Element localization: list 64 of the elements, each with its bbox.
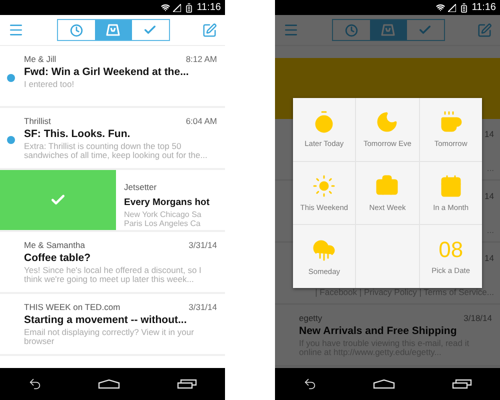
email-preview: ... xyxy=(486,163,494,173)
email-subject: Starting a movement -- without... xyxy=(24,314,188,326)
view-tab[interactable] xyxy=(94,20,132,40)
email-time: 3/18/14 xyxy=(464,313,492,323)
status-time: 11:16 xyxy=(472,2,496,13)
status-time: 11:16 xyxy=(196,2,221,13)
email-row[interactable]: THIS WEEK on TED.com 3/31/14 Starting a movement -- without... Email not displaying correctly? View it in your browser xyxy=(0,294,225,356)
sun-icon xyxy=(312,174,336,198)
check-icon xyxy=(418,23,432,37)
email-row[interactable]: Jetsetter Every Morgans hot New York Chicago Sa Paris Los Angeles Ca xyxy=(0,170,225,232)
tray-icon xyxy=(106,24,120,36)
battery-icon xyxy=(184,2,194,12)
view-tab[interactable] xyxy=(370,20,406,40)
email-sender: egetty xyxy=(299,313,322,323)
signal-icon xyxy=(448,4,456,12)
email-preview: Email not displaying correctly? View it in your browser xyxy=(24,328,195,347)
calendar-icon xyxy=(438,174,463,198)
email-subject: Every Morgans hot xyxy=(124,197,211,208)
cup-icon xyxy=(438,110,463,134)
email-time: 3/31/14 xyxy=(188,302,217,312)
home-icon[interactable] xyxy=(98,379,120,389)
email-time: 14 xyxy=(484,191,494,201)
back-icon[interactable] xyxy=(303,377,318,391)
tray-icon xyxy=(381,24,395,36)
email-preview: New York Chicago Sa Paris Los Angeles Ca xyxy=(124,210,202,228)
email-subject: Coffee table? xyxy=(24,252,92,264)
email-sender: Me & Samantha xyxy=(24,240,85,250)
moon-icon xyxy=(375,110,400,134)
email-row[interactable]: Me & Jill 8:12 AM Fwd: Win a Girl Weekend at the... I entered too! xyxy=(0,46,225,108)
signal-icon xyxy=(172,4,181,12)
email-subject: Fwd: Win a Girl Weekend at the... xyxy=(24,66,190,78)
email-preview: Yes! Since he's local he offered a discount, so I think we're going to meet up later this week... xyxy=(24,266,202,285)
rain-cloud-icon xyxy=(312,238,336,262)
home-icon[interactable] xyxy=(373,379,396,389)
email-time: 6:04 AM xyxy=(186,116,217,126)
menu-button[interactable] xyxy=(283,22,299,38)
email-time: 14 xyxy=(484,253,494,263)
email-sender: Jetsetter xyxy=(124,182,157,192)
email-preview: Extra: Thrillist is counting down the top 50 sandwiches of all time, keep looking out for the... xyxy=(24,142,208,161)
blank-grid-cell xyxy=(356,225,419,288)
clock-icon xyxy=(70,24,82,36)
email-preview: I entered too! xyxy=(24,80,76,90)
email-sender: Me & Jill xyxy=(24,54,56,64)
email-preview: ... xyxy=(486,225,494,235)
briefcase-icon xyxy=(375,174,400,198)
wifi-icon xyxy=(160,3,170,12)
wifi-icon xyxy=(436,3,445,12)
compose-button[interactable] xyxy=(202,22,217,38)
compose-button[interactable] xyxy=(477,22,492,38)
email-sender: Thrillist xyxy=(24,116,51,126)
back-icon[interactable] xyxy=(28,377,42,391)
email-time: 8:12 AM xyxy=(186,54,217,64)
email-subject: New Arrivals and Free Shipping xyxy=(299,325,458,337)
check-icon xyxy=(143,23,157,37)
recent-apps-icon[interactable] xyxy=(176,379,197,389)
menu-button[interactable] xyxy=(8,22,24,38)
email-sender: THIS WEEK on TED.com xyxy=(24,302,120,312)
recent-apps-icon[interactable] xyxy=(452,379,472,389)
email-time: 14 xyxy=(484,129,494,139)
battery-icon xyxy=(458,2,469,12)
clock-icon xyxy=(344,24,358,36)
email-time: 3/31/14 xyxy=(188,240,217,250)
email-row[interactable]: Me & Samantha 3/31/14 Coffee table? Yes! Since he's local he offered a discount, so I think we're going to meet up later this week... xyxy=(0,232,225,294)
email-subject: SF: This. Looks. Fun. xyxy=(24,128,132,140)
